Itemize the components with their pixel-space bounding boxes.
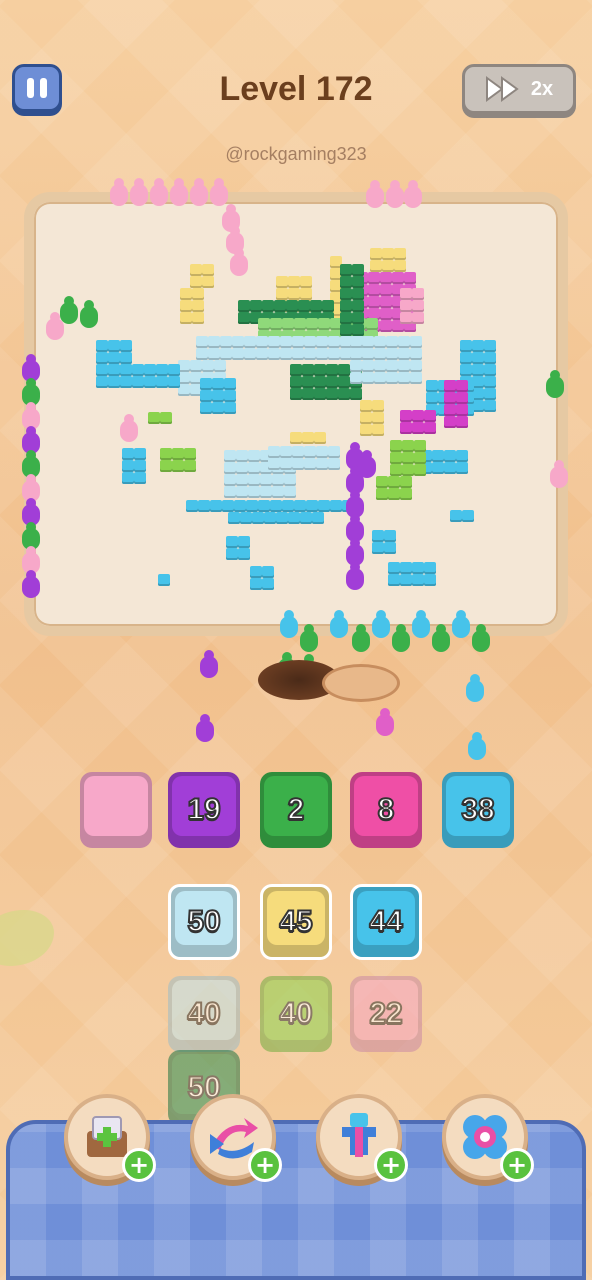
queue-box[interactable]: 44 (350, 884, 422, 960)
queue-count: 44 (368, 904, 403, 939)
slot-box[interactable]: 19 (168, 772, 240, 848)
booster-magnet[interactable]: + (316, 1094, 408, 1182)
queue-box: 40 (260, 976, 332, 1052)
slot-count: 2 (287, 792, 306, 827)
queue-count: 50 (186, 904, 221, 939)
queue-box[interactable]: 45 (260, 884, 332, 960)
queue-count: 22 (368, 996, 403, 1031)
booster-plus-icon[interactable]: + (248, 1148, 282, 1182)
queue-box: 40 (168, 976, 240, 1052)
slot-box[interactable]: 8 (350, 772, 422, 848)
queue-box: 22 (350, 976, 422, 1052)
slot-box[interactable]: 38 (442, 772, 514, 848)
queue-count: 40 (186, 996, 221, 1031)
booster-add-box[interactable]: + (64, 1094, 156, 1182)
booster-plus-icon[interactable]: + (374, 1148, 408, 1182)
booster-plus-icon[interactable]: + (122, 1148, 156, 1182)
slot-count: 38 (460, 792, 495, 827)
cookie-lid (322, 664, 400, 702)
booster-plus-icon[interactable]: + (500, 1148, 534, 1182)
pixel-art-board (24, 192, 568, 636)
booster-shuffle[interactable]: + (190, 1094, 282, 1182)
queue-count: 45 (278, 904, 313, 939)
slot-count: 19 (186, 792, 221, 827)
booster-flower[interactable]: + (442, 1094, 534, 1182)
speed-label: 2x (530, 77, 554, 100)
channel-watermark: @rockgaming323 (225, 144, 367, 164)
speed-toggle-button[interactable]: 2x (462, 64, 576, 114)
queue-box[interactable]: 50 (168, 884, 240, 960)
queue-count: 40 (278, 996, 313, 1031)
slot-count: 8 (377, 792, 396, 827)
fast-forward-icon (485, 76, 519, 102)
slot-box[interactable]: 2 (260, 772, 332, 848)
slot-box[interactable] (80, 772, 152, 848)
